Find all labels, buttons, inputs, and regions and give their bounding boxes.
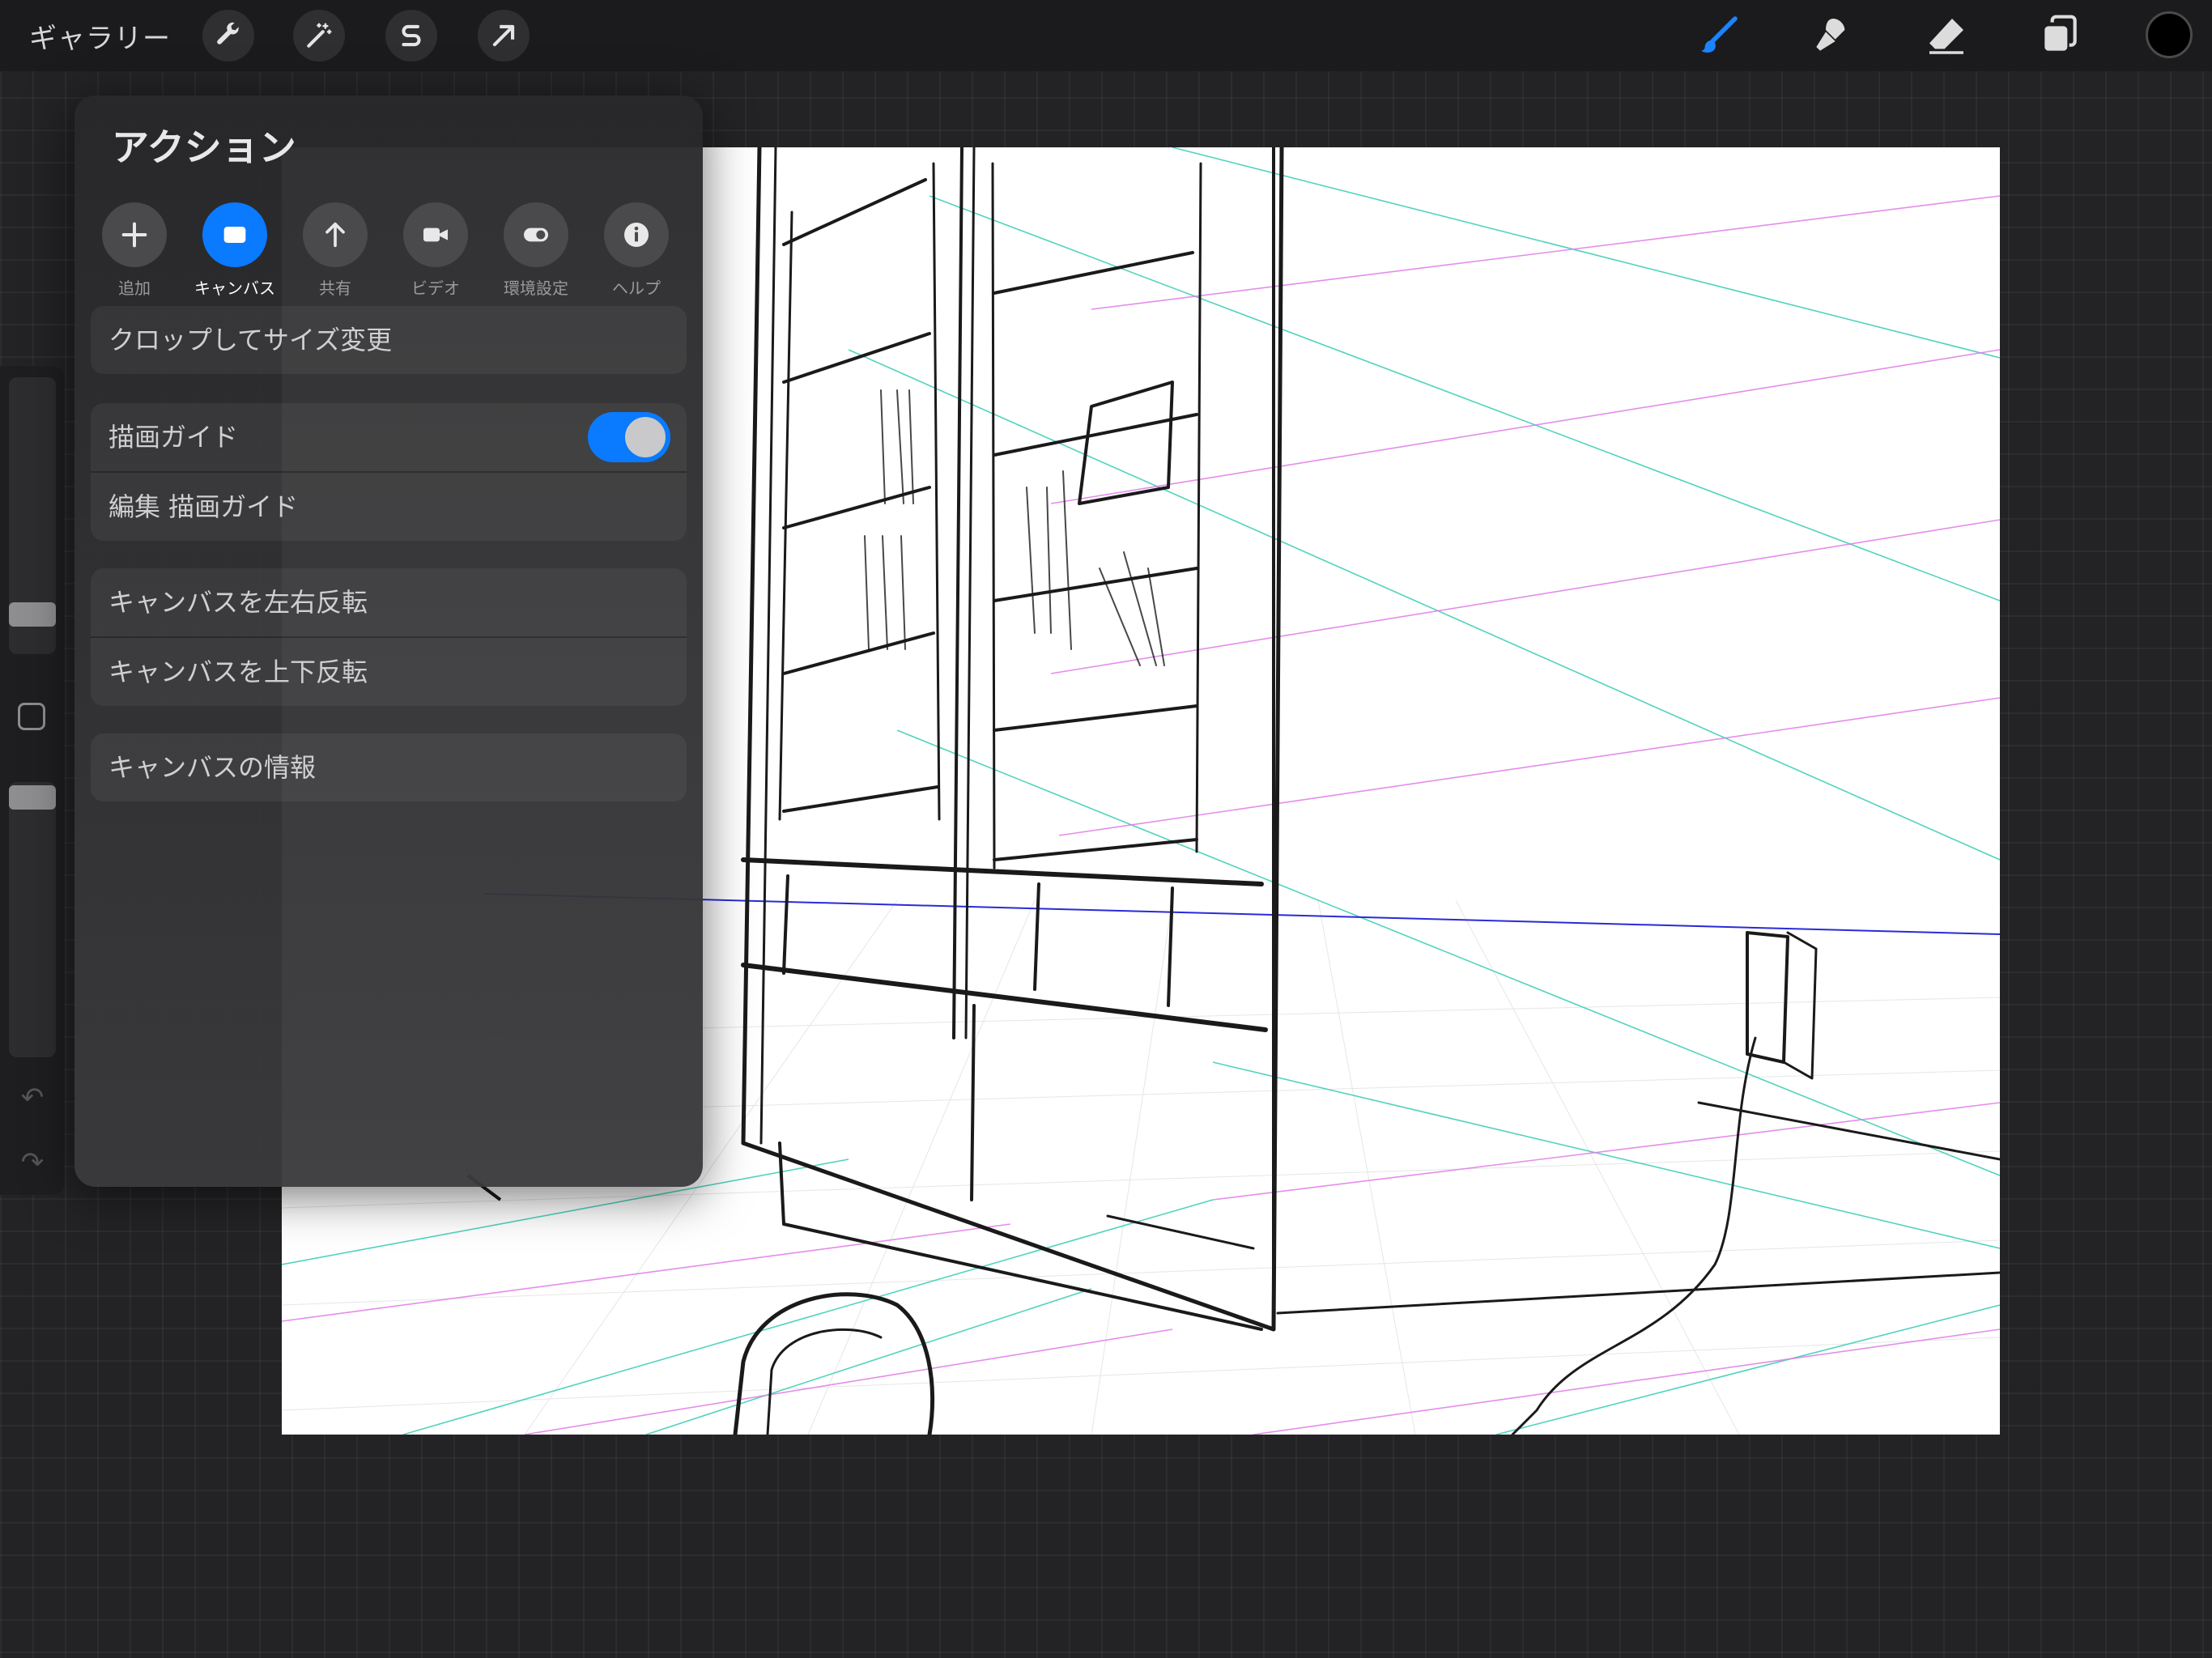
tab-share[interactable]: 共有: [288, 202, 382, 300]
menu-group-crop: クロップしてサイズ変更: [91, 306, 687, 374]
info-icon: [604, 202, 669, 267]
selection-s-icon[interactable]: [385, 10, 437, 62]
left-sidebar: ↶ ↷: [0, 366, 65, 1195]
gallery-button[interactable]: ギャラリー: [29, 16, 171, 56]
flip-vertical-item[interactable]: キャンバスを上下反転: [91, 636, 687, 706]
tab-label: ヘルプ: [612, 278, 661, 298]
share-arrow-icon: [303, 202, 368, 267]
menu-group-guide: 描画ガイド 編集 描画ガイド: [91, 403, 687, 541]
video-camera-icon: [403, 202, 468, 267]
tab-label: 共有: [319, 278, 351, 298]
actions-panel: アクション 追加 キャンバス 共有 ビデオ 環境設定 ヘルプ クロップしてサイズ…: [74, 96, 703, 1187]
magic-wand-icon[interactable]: [293, 10, 345, 62]
canvas-icon: [202, 202, 267, 267]
transform-arrow-icon[interactable]: [478, 10, 530, 62]
toggle-icon: [504, 202, 568, 267]
tab-label: キャンバス: [194, 278, 275, 298]
opacity-thumb[interactable]: [9, 785, 56, 810]
smudge-icon[interactable]: [1807, 11, 1856, 60]
eraser-icon[interactable]: [1922, 11, 1971, 60]
top-toolbar: ギャラリー: [0, 0, 2212, 71]
menu-group-info: キャンバスの情報: [91, 733, 687, 801]
opacity-slider[interactable]: [9, 782, 56, 1057]
layers-icon[interactable]: [2035, 11, 2084, 60]
drawing-guide-label: 描画ガイド: [108, 422, 239, 453]
tab-help[interactable]: ヘルプ: [589, 202, 683, 300]
toggle-knob: [625, 417, 666, 457]
actions-title: アクション: [112, 125, 296, 169]
tab-canvas[interactable]: キャンバス: [188, 202, 282, 300]
color-picker-swatch[interactable]: [2146, 11, 2193, 58]
plus-icon: [102, 202, 167, 267]
wrench-icon[interactable]: [202, 10, 254, 62]
modify-button[interactable]: [18, 703, 45, 730]
tab-label: ビデオ: [411, 278, 460, 298]
tab-label: 追加: [118, 278, 151, 298]
tab-add[interactable]: 追加: [87, 202, 181, 300]
drawing-guide-item[interactable]: 描画ガイド: [91, 403, 687, 471]
tab-label: 環境設定: [504, 278, 568, 298]
tab-video[interactable]: ビデオ: [389, 202, 483, 300]
canvas-info-item[interactable]: キャンバスの情報: [91, 733, 687, 801]
edit-drawing-guide-item[interactable]: 編集 描画ガイド: [91, 471, 687, 541]
brush-size-thumb[interactable]: [9, 602, 56, 627]
crop-resize-item[interactable]: クロップしてサイズ変更: [91, 306, 687, 374]
redo-icon[interactable]: ↷: [15, 1146, 50, 1179]
drawing-guide-toggle[interactable]: [588, 412, 670, 462]
menu-group-flip: キャンバスを左右反転 キャンバスを上下反転: [91, 568, 687, 706]
undo-icon[interactable]: ↶: [15, 1082, 50, 1114]
flip-horizontal-item[interactable]: キャンバスを左右反転: [91, 568, 687, 636]
brush-icon[interactable]: [1694, 11, 1742, 60]
tab-preferences[interactable]: 環境設定: [489, 202, 583, 300]
